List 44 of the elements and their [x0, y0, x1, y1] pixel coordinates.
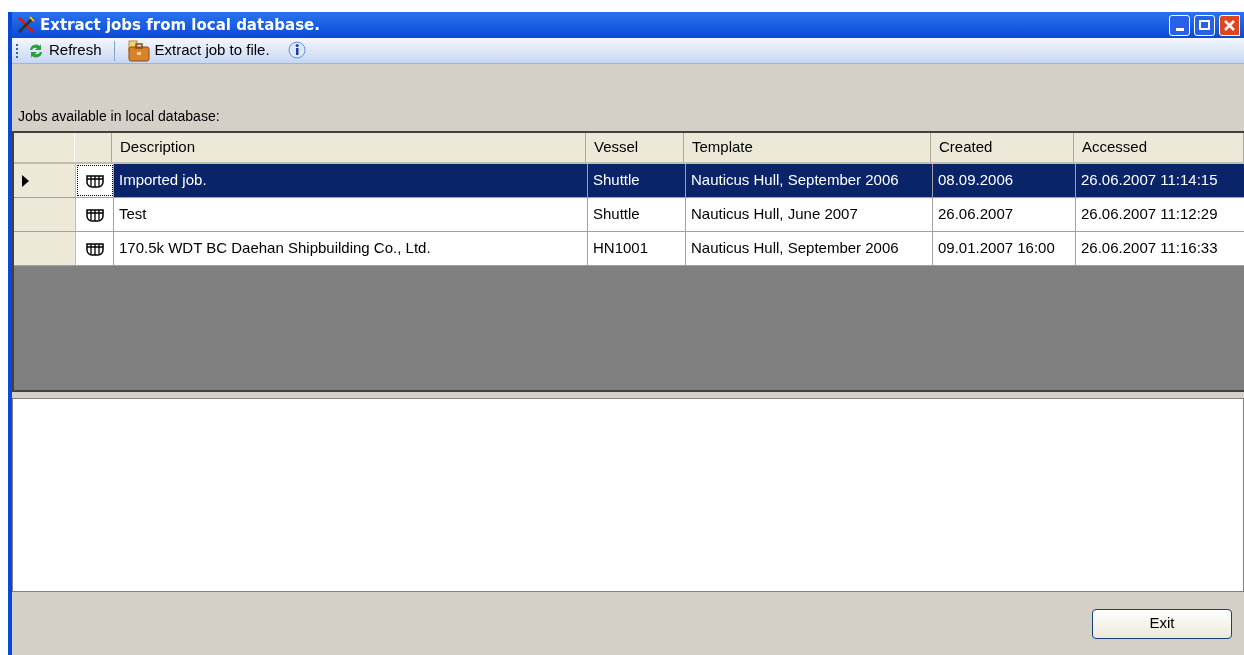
- table-row[interactable]: Imported job. Shuttle Nauticus Hull, September 2006 08.09.2006 26.06.2007 11:14:15: [14, 164, 1244, 198]
- table-cell: 26.06.2007 11:12:29: [1076, 198, 1244, 231]
- table-row[interactable]: Test Shuttle Nauticus Hull, June 2007 26.06.2007 26.06.2007 11:12:29: [14, 198, 1244, 232]
- close-icon: [1224, 19, 1235, 31]
- table-cell: Test: [114, 198, 588, 231]
- column-header[interactable]: Accessed: [1074, 133, 1244, 162]
- window-title: Extract jobs from local database.: [40, 14, 320, 36]
- minimize-icon: [1175, 27, 1184, 31]
- refresh-button[interactable]: Refresh: [23, 39, 106, 62]
- table-cell: Shuttle: [588, 164, 686, 197]
- column-header[interactable]: Template: [684, 133, 931, 162]
- hull-icon: [85, 173, 104, 188]
- column-header[interactable]: Vessel: [586, 133, 684, 162]
- table-cell: 26.06.2007: [933, 198, 1076, 231]
- table-cell: Nauticus Hull, September 2006: [686, 164, 933, 197]
- maximize-button[interactable]: [1194, 14, 1215, 36]
- column-header[interactable]: Description: [112, 133, 586, 162]
- grip-icon: [16, 41, 19, 60]
- close-button[interactable]: [1219, 14, 1240, 36]
- splitter[interactable]: [12, 390, 1244, 398]
- maximize-icon: [1199, 20, 1210, 30]
- table-cell: HN1001: [588, 232, 686, 265]
- table-cell: 09.01.2007 16:00: [933, 232, 1076, 265]
- grid-label: Jobs available in local database:: [18, 107, 220, 126]
- hull-icon: [85, 241, 104, 256]
- exit-button[interactable]: Exit: [1092, 608, 1232, 639]
- refresh-icon: [27, 41, 45, 60]
- table-cell: Imported job.: [114, 164, 588, 197]
- extract-button[interactable]: Extract job to file.: [122, 39, 274, 62]
- table-cell: 170.5k WDT BC Daehan Shipbuilding Co., Ltd.: [114, 232, 588, 265]
- table-row[interactable]: 170.5k WDT BC Daehan Shipbuilding Co., Ltd. HN1001 Nauticus Hull, September 2006 09.01.2007 16:00 26.06.2007 11:16:33: [14, 232, 1244, 266]
- table-cell: Nauticus Hull, September 2006: [686, 232, 933, 265]
- hull-icon: [85, 207, 104, 222]
- briefcase-icon: [126, 39, 151, 62]
- current-row-icon: [22, 174, 29, 187]
- column-header[interactable]: Created: [931, 133, 1074, 162]
- minimize-button[interactable]: [1169, 14, 1190, 36]
- table-cell: 08.09.2006: [933, 164, 1076, 197]
- table-cell: 26.06.2007 11:14:15: [1076, 164, 1244, 197]
- table-cell: Nauticus Hull, June 2007: [686, 198, 933, 231]
- table-cell: Shuttle: [588, 198, 686, 231]
- table-cell: 26.06.2007 11:16:33: [1076, 232, 1244, 265]
- info-icon[interactable]: [285, 39, 308, 62]
- tools-icon: [16, 15, 36, 35]
